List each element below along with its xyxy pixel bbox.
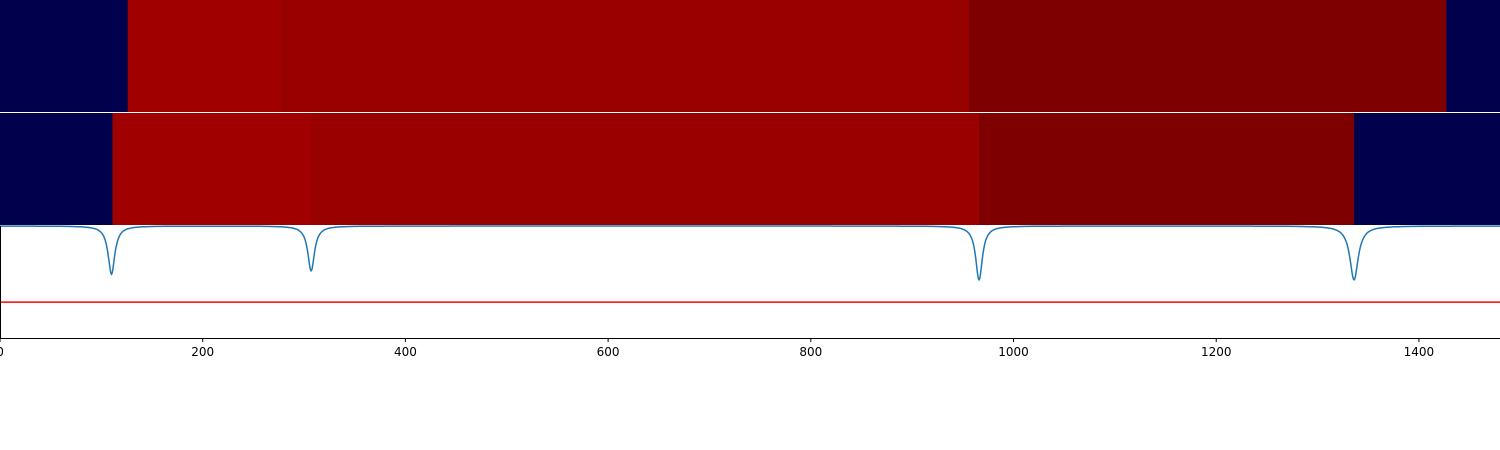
signal-panel bbox=[0, 225, 1500, 338]
x-tick-label: 600 bbox=[597, 345, 620, 359]
x-tick-label: 200 bbox=[191, 345, 214, 359]
heatmap-cell bbox=[979, 113, 1355, 225]
heatmap-cell bbox=[112, 113, 312, 225]
x-axis: 0 200 400 600 800 1000 1200 1400 bbox=[0, 338, 1500, 359]
heatmap-chart: 0 200 400 600 800 1000 1200 1400 bbox=[0, 0, 1500, 359]
heatmap-cell bbox=[281, 0, 970, 112]
heatmap-cell bbox=[1446, 0, 1500, 112]
x-tick-label: 800 bbox=[799, 345, 822, 359]
heatmap-cell bbox=[311, 113, 980, 225]
x-tick-label: 1200 bbox=[1201, 345, 1232, 359]
heatmap-cell bbox=[1354, 113, 1500, 225]
heatmap-cell bbox=[0, 113, 113, 225]
heatmap-row-1 bbox=[0, 0, 1500, 112]
heatmap-cell bbox=[127, 0, 283, 112]
signal-line bbox=[0, 225, 1500, 282]
heatmap-row-2 bbox=[0, 113, 1500, 225]
x-tick-label: 1000 bbox=[998, 345, 1029, 359]
heatmap-rows bbox=[0, 0, 1500, 225]
heatmap-cell bbox=[968, 0, 1447, 112]
x-tick-label: 400 bbox=[394, 345, 417, 359]
x-tick-label: 1400 bbox=[1404, 345, 1435, 359]
heatmap-cell bbox=[0, 0, 129, 112]
x-tick-label: 0 bbox=[0, 345, 4, 359]
